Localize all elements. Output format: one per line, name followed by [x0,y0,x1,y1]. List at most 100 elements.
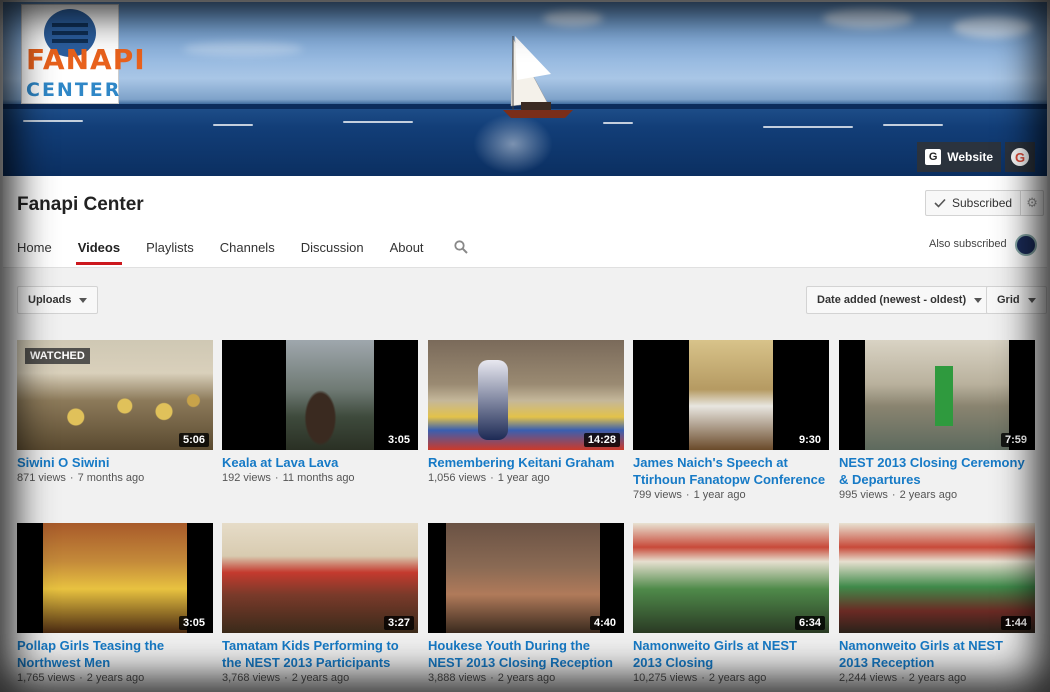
tab-playlists[interactable]: Playlists [146,236,194,265]
google-icon: G [1011,148,1029,166]
video-thumbnail[interactable]: 3:05 [222,340,418,450]
video-meta: 1,056 views · 1 year ago [428,472,550,484]
video-card[interactable]: 3:05 Pollap Girls Teasing the Northwest … [17,523,213,684]
video-age: 1 year ago [693,489,746,501]
subscribed-button[interactable]: Subscribed [926,191,1022,215]
youtube-channel-page: FANAPI CENTER G Website G Fanapi Center … [0,0,1050,692]
video-meta: 10,275 views · 2 years ago [633,672,767,684]
video-title[interactable]: Keala at Lava Lava [222,454,418,471]
also-subscribed-label: Also subscribed [929,238,1007,250]
video-title[interactable]: Namonweito Girls at NEST 2013 Closing [633,637,829,671]
video-duration: 4:40 [589,616,620,630]
tab-videos[interactable]: Videos [75,236,123,265]
subscribed-label: Subscribed [952,196,1013,210]
video-views: 192 views [222,472,271,484]
video-meta: 1,765 views · 2 years ago [17,672,145,684]
logo-title: FANAPI [26,43,146,76]
view-dropdown[interactable]: Grid [986,286,1047,314]
video-thumbnail[interactable]: 9:30 [633,340,829,450]
video-title[interactable]: James Naich's Speech at Ttirhoun Fanatop… [633,454,829,488]
wave [763,126,853,128]
gear-icon[interactable]: ⚙ [1021,191,1043,215]
video-age: 1 year ago [497,472,550,484]
video-card[interactable]: WATCHED 5:06 Siwini O Siwini 871 views · 7… [17,340,213,484]
search-icon[interactable] [454,240,468,254]
cloud [823,8,913,28]
video-age: 2 years ago [497,672,556,684]
video-views: 1,765 views [17,672,76,684]
subscribed-channel-avatar[interactable] [1015,234,1037,256]
tab-channels[interactable]: Channels [220,236,275,265]
chevron-down-icon [974,297,983,303]
video-thumbnail[interactable]: 14:28 [428,340,624,450]
video-duration: 3:05 [383,433,414,447]
channel-logo[interactable]: FANAPI CENTER [21,4,146,104]
banner-links: G Website G [917,142,1035,172]
video-views: 10,275 views [633,672,698,684]
wave [23,120,83,122]
logo-subtitle: CENTER [26,79,122,101]
video-views: 1,056 views [428,472,487,484]
video-meta: 871 views · 7 months ago [17,472,145,484]
sort-label: Date added (newest - oldest) [817,294,967,306]
video-thumbnail[interactable]: 7:59 [839,340,1035,450]
video-title[interactable]: Namonweito Girls at NEST 2013 Reception [839,637,1035,671]
video-views: 995 views [839,489,888,501]
wave [883,124,943,126]
sort-dropdown[interactable]: Date added (newest - oldest) [806,286,994,314]
chevron-down-icon [1027,297,1036,303]
video-views: 3,888 views [428,672,487,684]
view-label: Grid [997,294,1020,306]
video-card[interactable]: 6:34 Namonweito Girls at NEST 2013 Closi… [633,523,829,684]
video-title[interactable]: Tamatam Kids Performing to the NEST 2013… [222,637,418,671]
tab-about[interactable]: About [390,236,424,265]
video-duration: 5:06 [178,433,209,447]
tab-home[interactable]: Home [17,236,52,265]
channel-title[interactable]: Fanapi Center [17,194,144,216]
tab-discussion[interactable]: Discussion [301,236,364,265]
video-thumbnail[interactable]: 3:05 [17,523,213,633]
video-title[interactable]: Houkese Youth During the NEST 2013 Closi… [428,637,624,671]
google-plus-link[interactable]: G [1005,142,1035,172]
wave [213,124,253,126]
uploads-dropdown[interactable]: Uploads [17,286,99,314]
video-thumbnail[interactable]: 4:40 [428,523,624,633]
website-link-label: Website [947,150,993,164]
video-thumbnail[interactable]: 3:27 [222,523,418,633]
video-duration: 14:28 [583,433,620,447]
video-thumbnail[interactable]: WATCHED 5:06 [17,340,213,450]
video-card[interactable]: 3:27 Tamatam Kids Performing to the NEST… [222,523,418,684]
video-age: 2 years ago [708,672,767,684]
video-card[interactable]: 3:05 Keala at Lava Lava 192 views · 11 mon… [222,340,418,484]
video-title[interactable]: NEST 2013 Closing Ceremony & Departures [839,454,1035,488]
video-age: 2 years ago [291,672,350,684]
video-card[interactable]: 14:28 Remembering Keitani Graham 1,056 v… [428,340,624,484]
cloud [183,42,303,56]
video-title[interactable]: Pollap Girls Teasing the Northwest Men [17,637,213,671]
video-views: 871 views [17,472,66,484]
video-thumbnail[interactable]: 6:34 [633,523,829,633]
website-link[interactable]: G Website [917,142,1001,172]
watched-badge: WATCHED [25,348,90,364]
sailboat [503,36,573,118]
video-meta: 799 views · 1 year ago [633,489,746,501]
video-duration: 3:27 [383,616,414,630]
video-card[interactable]: 1:44 Namonweito Girls at NEST 2013 Recep… [839,523,1035,684]
video-thumbnail[interactable]: 1:44 [839,523,1035,633]
wave [603,122,633,124]
video-views: 3,768 views [222,672,281,684]
channel-header: Fanapi Center Subscribed ⚙ Home Videos P… [3,176,1047,268]
video-card[interactable]: 4:40 Houkese Youth During the NEST 2013 … [428,523,624,684]
video-age: 2 years ago [86,672,145,684]
video-card[interactable]: 9:30 James Naich's Speech at Ttirhoun Fa… [633,340,829,501]
video-title[interactable]: Siwini O Siwini [17,454,213,471]
video-meta: 3,768 views · 2 years ago [222,672,350,684]
video-duration: 3:05 [178,616,209,630]
video-age: 11 months ago [282,472,355,484]
chevron-down-icon [79,297,88,303]
video-title[interactable]: Remembering Keitani Graham [428,454,624,471]
video-views: 799 views [633,489,682,501]
video-meta: 3,888 views · 2 years ago [428,672,556,684]
video-card[interactable]: 7:59 NEST 2013 Closing Ceremony & Depart… [839,340,1035,501]
video-views: 2,244 views [839,672,898,684]
